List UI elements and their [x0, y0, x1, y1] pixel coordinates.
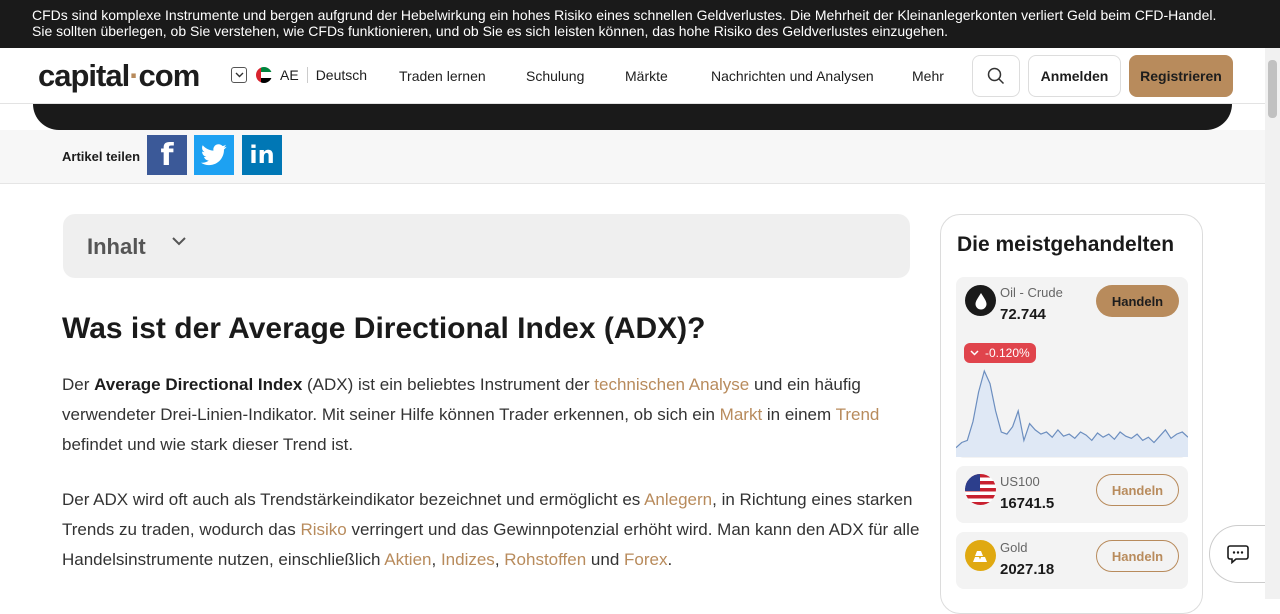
- site-header: capital·com AE Deutsch Traden lernen Sch…: [0, 48, 1265, 104]
- page-scrollbar-thumb[interactable]: [1268, 60, 1277, 118]
- twitter-share-button[interactable]: [194, 135, 234, 175]
- bold-term: Average Directional Index: [94, 375, 303, 394]
- instrument-card-us100[interactable]: US100 16741.5 Handeln: [956, 466, 1188, 523]
- risk-warning-line-1: CFDs sind komplexe Instrumente und berge…: [32, 7, 1217, 23]
- link-technische-analyse[interactable]: technischen Analyse: [594, 375, 749, 394]
- instrument-card-gold[interactable]: Gold 2027.18 Handeln: [956, 532, 1188, 589]
- link-risiko[interactable]: Risiko: [300, 520, 346, 539]
- trade-button-oil[interactable]: Handeln: [1096, 285, 1179, 317]
- instrument-price: 2027.18: [1000, 561, 1055, 578]
- link-indizes[interactable]: Indizes: [441, 550, 495, 569]
- facebook-icon: f: [160, 137, 174, 173]
- register-button[interactable]: Registrieren: [1129, 55, 1233, 97]
- most-traded-widget: Die meistgehandelten Oil - Crude 72.744 …: [940, 214, 1203, 614]
- risk-warning-banner: CFDs sind komplexe Instrumente und berge…: [0, 0, 1280, 48]
- locale-divider: [306, 67, 308, 83]
- instrument-name: US100: [1000, 474, 1040, 489]
- link-forex[interactable]: Forex: [624, 550, 667, 569]
- logo-text-left: capital: [38, 58, 130, 93]
- page-scrollbar-track[interactable]: [1265, 48, 1280, 599]
- instrument-name: Oil - Crude: [1000, 285, 1063, 300]
- facebook-share-button[interactable]: f: [147, 135, 187, 175]
- language-label: Deutsch: [315, 67, 368, 83]
- link-markt[interactable]: Markt: [720, 405, 763, 424]
- link-rohstoffen[interactable]: Rohstoffen: [504, 550, 586, 569]
- article-title: Was ist der Average Directional Index (A…: [62, 312, 706, 345]
- share-label: Artikel teilen: [62, 149, 141, 164]
- price-change-badge: -0.120%: [964, 343, 1036, 363]
- share-bar: Artikel teilen f in: [0, 130, 1265, 184]
- linkedin-share-button[interactable]: in: [242, 135, 282, 175]
- instrument-price: 72.744: [1000, 306, 1046, 323]
- table-of-contents-toggle[interactable]: Inhalt: [63, 214, 910, 278]
- instrument-name: Gold: [1000, 540, 1028, 555]
- region-code: AE: [280, 67, 299, 83]
- instrument-price: 16741.5: [1000, 495, 1055, 512]
- nav-mehr[interactable]: Mehr: [912, 68, 944, 84]
- link-aktien[interactable]: Aktien: [384, 550, 431, 569]
- search-button[interactable]: [972, 55, 1020, 97]
- logo-text-right: com: [138, 58, 201, 93]
- nav-nachrichten-und-analysen[interactable]: Nachrichten und Analysen: [711, 68, 874, 84]
- link-trend[interactable]: Trend: [836, 405, 880, 424]
- article-paragraph-2: Der ADX wird oft auch als Trendstärkeind…: [62, 490, 920, 569]
- oil-drop-icon: [965, 285, 996, 316]
- chevron-down-icon: [970, 350, 979, 356]
- uae-flag-icon: [256, 67, 272, 83]
- search-icon: [987, 67, 1005, 85]
- article-paragraph-1: Der Average Directional Index (ADX) ist …: [62, 375, 880, 454]
- instrument-card-oil[interactable]: Oil - Crude 72.744 Handeln -0.120%: [956, 277, 1188, 458]
- price-sparkline-chart: [956, 369, 1188, 457]
- capital-com-logo[interactable]: capital·com: [38, 58, 201, 94]
- chat-button[interactable]: [1209, 525, 1265, 583]
- chevron-down-icon: [231, 67, 247, 83]
- price-change-value: -0.120%: [985, 346, 1030, 360]
- chevron-down-icon: [172, 237, 186, 246]
- twitter-icon: [201, 144, 227, 166]
- login-button[interactable]: Anmelden: [1028, 55, 1121, 97]
- gold-bars-icon: [965, 540, 996, 571]
- logo-dot: ·: [129, 58, 139, 93]
- link-anlegern[interactable]: Anlegern: [644, 490, 712, 509]
- nav-traden-lernen[interactable]: Traden lernen: [399, 68, 486, 84]
- toc-label: Inhalt: [87, 234, 146, 259]
- widget-title: Die meistgehandelten: [957, 233, 1175, 256]
- locale-selector[interactable]: AE Deutsch: [231, 67, 367, 83]
- nav-maerkte[interactable]: Märkte: [625, 68, 668, 84]
- trade-button-us100[interactable]: Handeln: [1096, 474, 1179, 506]
- hero-bottom-edge: [33, 104, 1232, 130]
- nav-schulung[interactable]: Schulung: [526, 68, 584, 84]
- us-flag-icon: [965, 474, 996, 505]
- trade-button-gold[interactable]: Handeln: [1096, 540, 1179, 572]
- risk-warning-line-2: Sie sollten überlegen, ob Sie verstehen,…: [32, 23, 948, 39]
- chat-bubble-icon: [1226, 545, 1249, 564]
- linkedin-icon: in: [249, 141, 275, 169]
